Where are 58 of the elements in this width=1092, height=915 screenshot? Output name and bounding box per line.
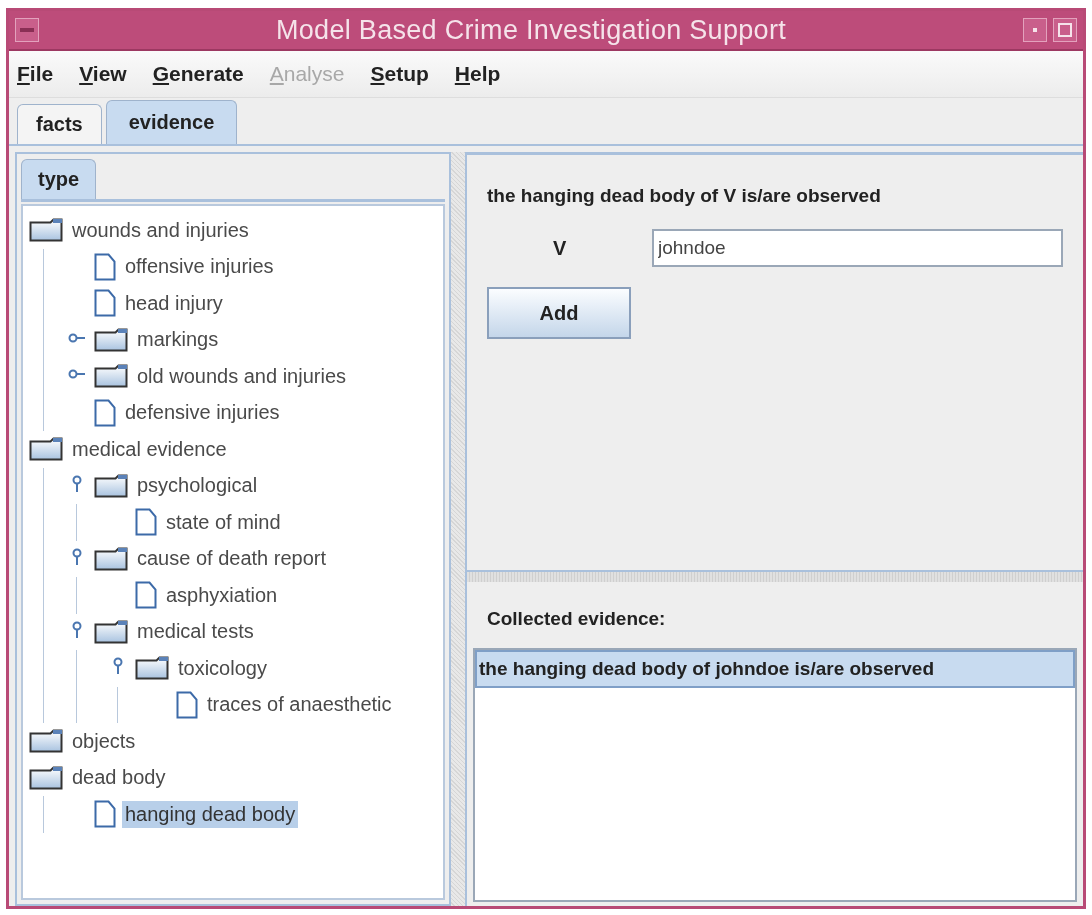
folder-icon bbox=[135, 656, 169, 681]
folder-icon bbox=[94, 546, 128, 571]
add-button[interactable]: Add bbox=[487, 287, 631, 339]
document-icon bbox=[94, 252, 116, 281]
expanded-handle-icon[interactable] bbox=[70, 474, 84, 493]
tab[interactable]: type bbox=[21, 159, 97, 199]
folder-icon bbox=[94, 619, 128, 644]
folder-icon bbox=[29, 437, 63, 462]
menu-item[interactable]: View bbox=[79, 62, 127, 86]
document-icon bbox=[94, 398, 116, 427]
tree-item[interactable]: dead body bbox=[69, 764, 169, 792]
minus-icon bbox=[20, 28, 34, 32]
statement-label: the hanging dead body of V is/are observed bbox=[487, 185, 882, 207]
variable-label: V bbox=[552, 236, 568, 260]
folder-icon bbox=[94, 327, 128, 352]
tree-item[interactable]: asphyxiation bbox=[163, 581, 281, 609]
document-icon bbox=[135, 581, 157, 610]
evidence-item[interactable]: the hanging dead body of johndoe is/are observed bbox=[475, 650, 1075, 688]
tab[interactable]: evidence bbox=[105, 100, 238, 144]
document-icon bbox=[94, 800, 116, 829]
tree-item[interactable]: psychological bbox=[134, 472, 261, 500]
document-icon bbox=[94, 289, 116, 318]
tree-item[interactable]: objects bbox=[69, 727, 139, 755]
folder-icon bbox=[29, 218, 63, 243]
menu-item[interactable]: Setup bbox=[370, 62, 429, 86]
tree-item[interactable]: wounds and injuries bbox=[69, 216, 252, 244]
tree-item[interactable]: cause of death report bbox=[134, 545, 329, 573]
window-title: Model Based Crime Investigation Support bbox=[275, 14, 787, 46]
window-menu-button[interactable] bbox=[15, 18, 39, 42]
tree-item[interactable]: traces of anaesthetic bbox=[204, 691, 395, 719]
menu-item[interactable]: Help bbox=[454, 62, 501, 86]
document-icon bbox=[176, 690, 198, 719]
document-icon bbox=[135, 508, 157, 537]
tree-item[interactable]: state of mind bbox=[163, 508, 284, 536]
tree-item[interactable]: defensive injuries bbox=[122, 399, 283, 427]
tree-item[interactable]: old wounds and injuries bbox=[134, 362, 350, 390]
tree-item[interactable]: toxicology bbox=[175, 654, 270, 682]
tree-item[interactable]: head injury bbox=[122, 289, 226, 317]
folder-icon bbox=[29, 765, 63, 790]
expanded-handle-icon[interactable] bbox=[70, 620, 84, 639]
minimize-button[interactable] bbox=[1023, 18, 1047, 42]
square-icon bbox=[1058, 23, 1072, 37]
folder-icon bbox=[94, 364, 128, 389]
tree-item[interactable]: offensive injuries bbox=[122, 253, 277, 281]
expanded-handle-icon[interactable] bbox=[70, 547, 84, 566]
value-field[interactable]: johndoe bbox=[652, 229, 1063, 267]
menu-item[interactable]: File bbox=[17, 62, 54, 86]
tree-item[interactable]: markings bbox=[134, 326, 222, 354]
tree-item[interactable]: hanging dead body bbox=[122, 800, 299, 828]
expanded-handle-icon[interactable] bbox=[111, 657, 125, 676]
folder-icon bbox=[29, 729, 63, 754]
collected-heading: Collected evidence: bbox=[486, 607, 667, 631]
tab[interactable]: facts bbox=[17, 104, 102, 144]
tree-item[interactable]: medical tests bbox=[134, 618, 257, 646]
menu-item[interactable]: Generate bbox=[152, 62, 244, 86]
tree-item[interactable]: medical evidence bbox=[69, 435, 230, 463]
maximize-button[interactable] bbox=[1053, 18, 1077, 42]
folder-icon bbox=[94, 473, 128, 498]
